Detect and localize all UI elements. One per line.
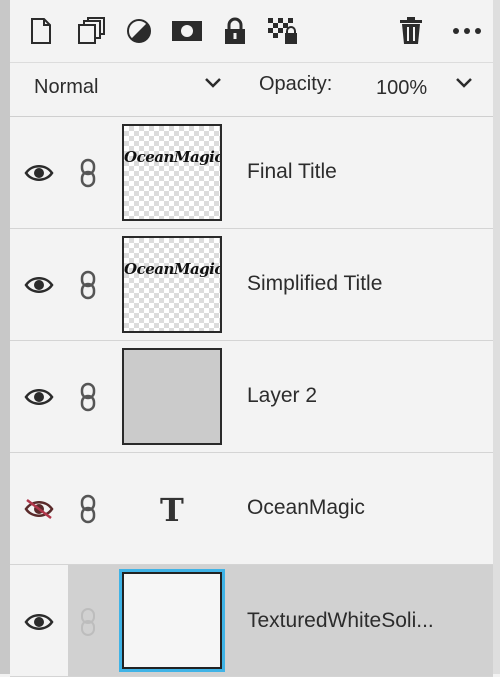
panel-right-edge (493, 0, 500, 674)
opacity-value: 100% (376, 77, 428, 99)
link-icon[interactable] (78, 270, 98, 300)
blend-options-row: Normal Opacity: 100% (10, 63, 493, 117)
layer-thumbnail-selected (119, 569, 225, 672)
eye-icon[interactable] (24, 386, 54, 408)
layer-name[interactable]: Simplified Title (247, 272, 457, 296)
lock-layer-icon[interactable] (218, 14, 252, 48)
lock-transparency-icon[interactable] (266, 14, 300, 48)
eye-hidden-icon[interactable] (24, 498, 54, 520)
layers-toolbar (10, 0, 493, 63)
eye-icon[interactable] (24, 162, 54, 184)
blend-mode-value: Normal (34, 76, 99, 98)
layer-row-final-title[interactable]: OceanMagic Final Title (10, 117, 493, 229)
panel-left-edge (0, 0, 10, 674)
link-icon[interactable] (78, 494, 98, 524)
thumbnail-script-text: OceanMagic (124, 260, 222, 278)
link-icon[interactable] (78, 158, 98, 188)
layer-row-layer-2[interactable]: Layer 2 (10, 341, 493, 453)
text-layer-icon: T (160, 491, 184, 529)
eye-icon[interactable] (24, 274, 54, 296)
new-layer-icon[interactable] (24, 14, 58, 48)
layer-mask-icon[interactable] (170, 14, 204, 48)
link-icon[interactable] (78, 607, 98, 637)
layer-name[interactable]: Layer 2 (247, 384, 457, 408)
duplicate-layer-icon[interactable] (74, 14, 108, 48)
layer-thumbnail: OceanMagic (122, 236, 222, 333)
layer-thumbnail (122, 348, 222, 445)
opacity-label: Opacity: (259, 73, 333, 95)
more-options-icon[interactable] (450, 14, 484, 48)
layer-row-simplified-title[interactable]: OceanMagic Simplified Title (10, 229, 493, 341)
layer-name[interactable]: TexturedWhiteSoli... (247, 609, 457, 633)
delete-layer-icon[interactable] (394, 14, 428, 48)
adjustment-layer-icon[interactable] (122, 14, 156, 48)
layer-row-textured-white-solid[interactable]: TexturedWhiteSoli... (10, 565, 493, 677)
opacity-chevron-down-icon[interactable] (455, 77, 473, 89)
thumbnail-script-text: OceanMagic (124, 148, 222, 166)
layer-name[interactable]: Final Title (247, 160, 457, 184)
layer-name[interactable]: OceanMagic (247, 496, 457, 520)
chevron-down-icon (205, 78, 221, 88)
layers-panel: Normal Opacity: 100% OceanMagic Final Ti… (0, 0, 500, 677)
opacity-input[interactable]: 100% (370, 72, 440, 104)
link-icon[interactable] (78, 382, 98, 412)
layer-thumbnail: OceanMagic (122, 124, 222, 221)
eye-icon[interactable] (24, 611, 54, 633)
blend-mode-dropdown[interactable]: Normal (34, 73, 234, 103)
layer-row-oceanmagic[interactable]: T OceanMagic (10, 453, 493, 565)
